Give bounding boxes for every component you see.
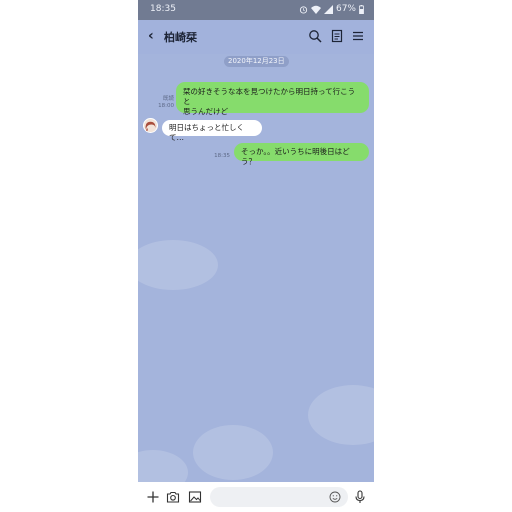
message-input-bar [138,482,374,512]
mic-icon[interactable] [353,490,367,504]
alarm-icon [299,5,308,14]
message-bubble-outgoing[interactable]: 栞の好きそうな本を見つけたから明日持って行こうと 思うんだけど [176,82,369,116]
status-bar: 18:35 67% [138,0,374,20]
date-separator: 2020年12月23日 [224,56,289,67]
chat-screen: 18:35 67% ‹ 柏崎栞 2020年12月23日 既読 18:00 栞の好… [138,0,374,512]
message-text: 明日はちょっと忙しくて… [169,123,244,142]
chat-header: ‹ 柏崎栞 [138,20,374,54]
search-icon[interactable] [308,29,322,43]
message-bubble-outgoing[interactable]: そっか。。近いうちに明後日はどう？ [234,143,369,166]
emoji-icon[interactable] [329,491,341,503]
background-cloud [308,385,374,445]
background-cloud [193,425,273,480]
battery-percent: 67% [335,4,356,14]
avatar[interactable] [143,118,158,133]
message-text: そっか。。近いうちに明後日はどう？ [241,147,350,166]
status-icons: 67% [299,4,364,14]
message-time: 18:00 [158,103,174,109]
image-icon[interactable] [188,490,202,504]
avatar-image [144,121,157,132]
back-icon[interactable]: ‹ [148,28,154,44]
read-receipt: 既読 [162,96,174,102]
message-input[interactable] [210,487,348,507]
message-bubble-incoming[interactable]: 明日はちょっと忙しくて… [162,120,262,142]
background-cloud [138,240,218,290]
signal-icon [323,4,333,14]
status-time: 18:35 [150,4,176,14]
notes-icon[interactable] [330,29,344,43]
message-meta: 既読 18:00 [152,96,174,110]
message-text-line: 思うんだけど [183,107,228,116]
message-time: 18:35 [214,153,230,159]
chat-title: 柏崎栞 [164,31,197,44]
wifi-icon [310,5,321,14]
menu-icon[interactable] [351,29,365,43]
camera-icon[interactable] [166,490,180,504]
message-text-line: 栞の好きそうな本を見つけたから明日持って行こうと [183,87,356,106]
message-meta: 18:35 [208,153,230,160]
plus-icon[interactable] [146,490,160,504]
battery-icon [359,4,364,14]
